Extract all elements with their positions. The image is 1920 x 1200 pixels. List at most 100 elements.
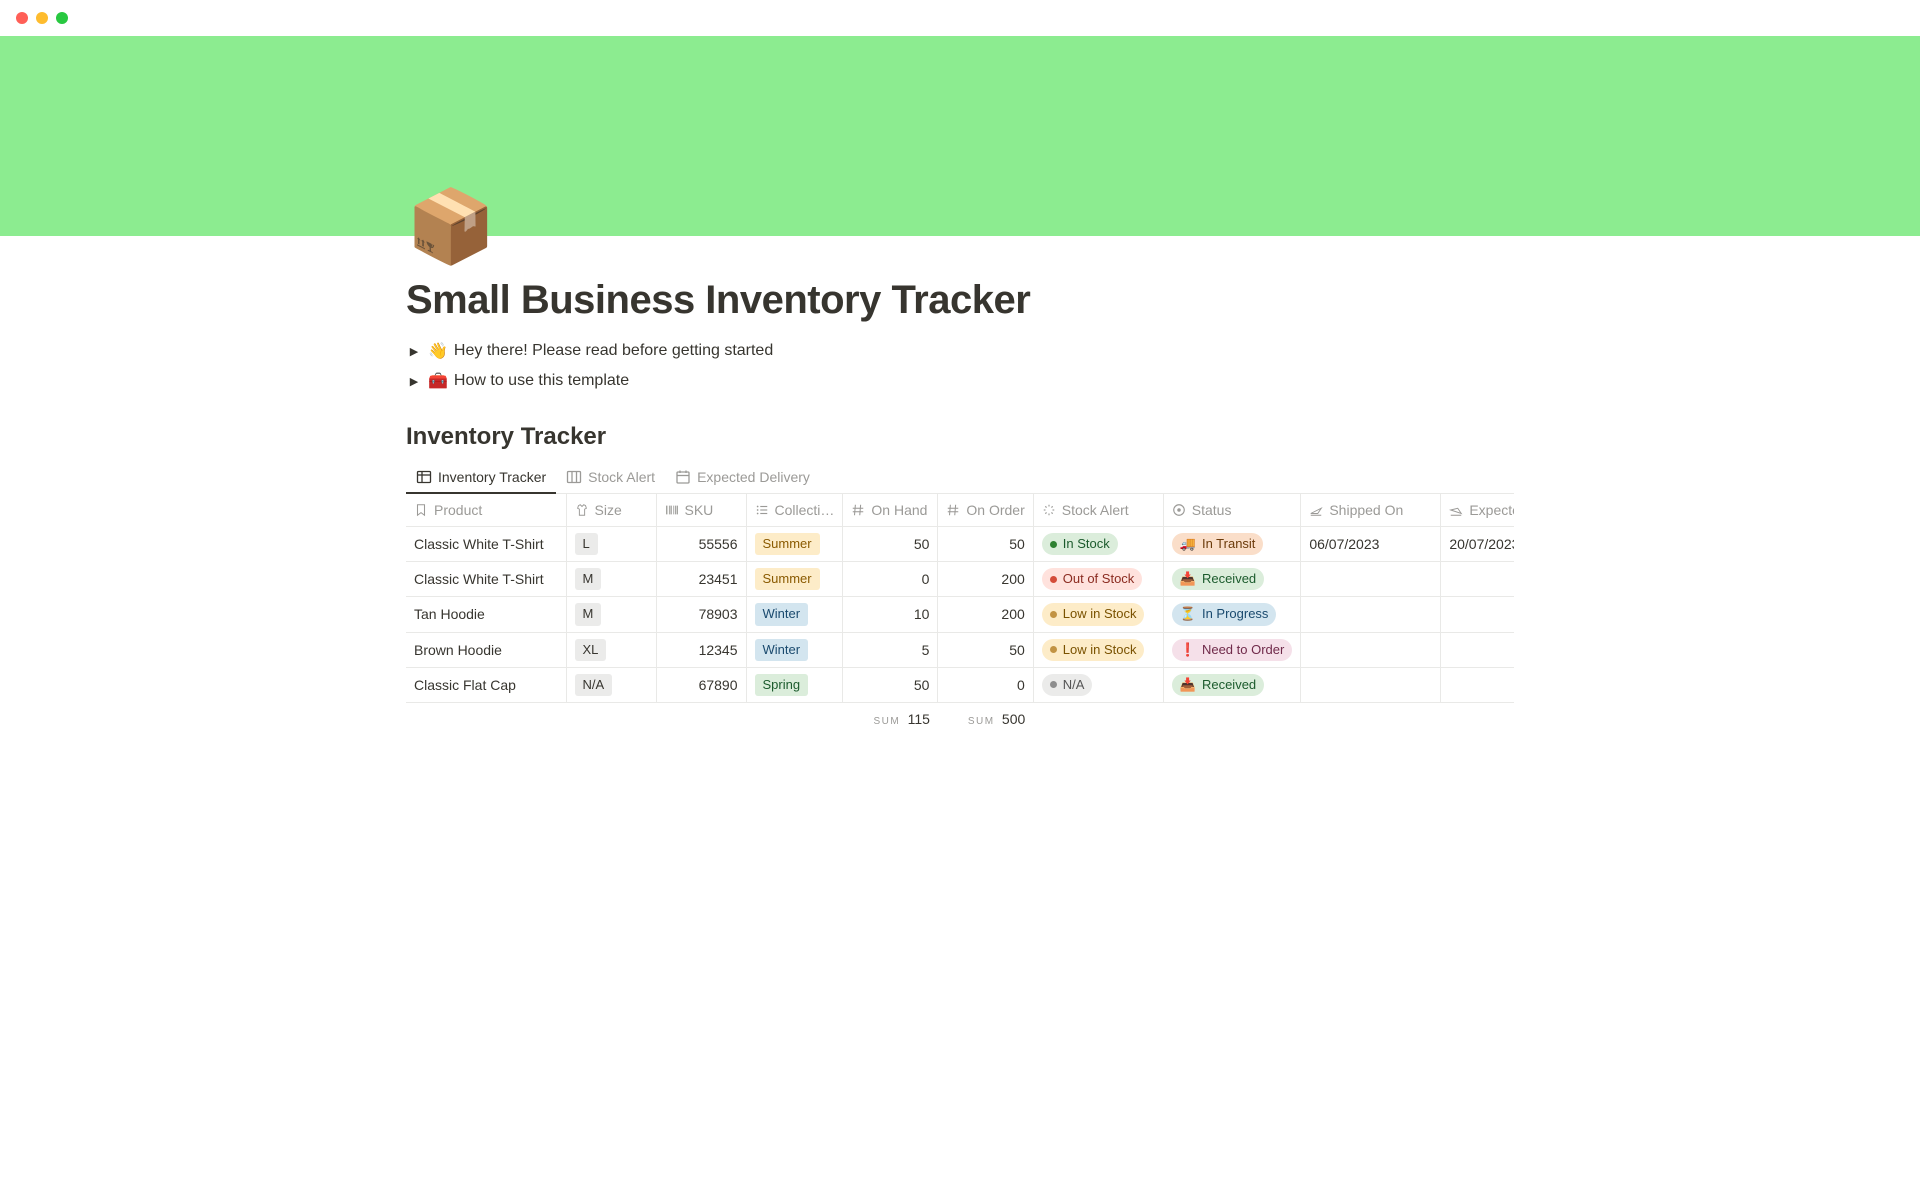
col-size[interactable]: Size [566,494,656,527]
cell-sku[interactable]: 78903 [656,597,746,632]
cell-on-hand[interactable]: 50 [843,667,938,702]
toggle-howto[interactable]: ▶ 🧰 How to use this template [406,367,1514,395]
col-on-order[interactable]: On Order [938,494,1033,527]
status-pill: 📥 Received [1172,674,1264,696]
cell-expected-delivery[interactable]: 20/07/2023 [1441,527,1514,562]
table-row[interactable]: Classic White T-ShirtM23451Summer0200Out… [406,562,1514,597]
col-stock-alert[interactable]: Stock Alert [1033,494,1163,527]
cell-sku[interactable]: 67890 [656,667,746,702]
toggle-label: Hey there! Please read before getting st… [454,342,773,360]
page-title[interactable]: Small Business Inventory Tracker [406,278,1514,323]
cell-on-order[interactable]: 50 [938,527,1033,562]
cell-status[interactable]: ⏳ In Progress [1163,597,1301,632]
cell-shipped-on[interactable] [1301,667,1441,702]
col-shipped-on[interactable]: Shipped On [1301,494,1441,527]
cell-sku[interactable]: 12345 [656,632,746,667]
table-row[interactable]: Tan HoodieM78903Winter10200Low in Stock⏳… [406,597,1514,632]
stock-alert-pill: N/A [1042,674,1093,696]
cell-sku[interactable]: 23451 [656,562,746,597]
cell-stock-alert[interactable]: In Stock [1033,527,1163,562]
cell-on-hand[interactable]: 0 [843,562,938,597]
board-icon [566,469,582,485]
col-status[interactable]: Status [1163,494,1301,527]
cell-on-hand[interactable]: 50 [843,527,938,562]
toggle-arrow-icon: ▶ [406,345,422,358]
table-row[interactable]: Classic Flat Cap N/A 67890Spring500 N/A 📥 Re… [406,667,1514,702]
window-minimize-button[interactable] [36,12,48,24]
barcode-icon [665,503,679,517]
col-sku[interactable]: SKU [656,494,746,527]
cell-product[interactable]: Tan Hoodie [406,597,566,632]
cell-collection[interactable]: Winter [746,632,843,667]
stock-alert-pill: In Stock [1042,533,1118,555]
cell-on-order[interactable]: 50 [938,632,1033,667]
table-sum-row: SUM 115 SUM 500 [406,702,1514,735]
cell-collection[interactable]: Summer [746,562,843,597]
cell-product[interactable]: Classic White T-Shirt [406,562,566,597]
tab-inventory-tracker[interactable]: Inventory Tracker [406,463,556,493]
window-titlebar [0,0,1920,36]
cell-product[interactable]: Brown Hoodie [406,632,566,667]
cell-size[interactable]: XL [566,632,656,667]
window-close-button[interactable] [16,12,28,24]
cell-stock-alert[interactable]: Out of Stock [1033,562,1163,597]
cell-product[interactable]: Classic White T-Shirt [406,527,566,562]
calendar-icon [675,469,691,485]
table-row[interactable]: Classic White T-ShirtL55556Summer5050In … [406,527,1514,562]
status-pill: ❗ Need to Order [1172,639,1293,661]
size-badge: N/A [575,674,613,696]
cell-shipped-on[interactable] [1301,597,1441,632]
window-zoom-button[interactable] [56,12,68,24]
col-product[interactable]: Product [406,494,566,527]
cell-expected-delivery[interactable] [1441,632,1514,667]
cell-collection[interactable]: Winter [746,597,843,632]
cell-on-order[interactable]: 200 [938,597,1033,632]
tab-expected-delivery[interactable]: Expected Delivery [665,463,820,493]
list-icon [755,503,769,517]
cell-sku[interactable]: 55556 [656,527,746,562]
landing-icon [1449,503,1463,517]
cell-on-order[interactable]: 200 [938,562,1033,597]
toggle-intro[interactable]: ▶ 👋 Hey there! Please read before gettin… [406,337,1514,365]
cell-stock-alert[interactable]: N/A [1033,667,1163,702]
cell-shipped-on[interactable] [1301,562,1441,597]
cell-expected-delivery[interactable] [1441,597,1514,632]
sum-on-order: SUM 500 [938,702,1033,735]
cell-shipped-on[interactable] [1301,632,1441,667]
cell-status[interactable]: ❗ Need to Order [1163,632,1301,667]
toggle-emoji: 🧰 [428,371,448,391]
col-expected-delivery[interactable]: Expected Delivery [1441,494,1514,527]
col-on-hand[interactable]: On Hand [843,494,938,527]
toggle-label: How to use this template [454,372,629,390]
collection-badge: Winter [755,639,809,661]
cell-size[interactable]: L [566,527,656,562]
page-icon[interactable]: 📦 [406,191,1514,263]
cell-status[interactable]: 📥 Received [1163,562,1301,597]
cell-on-hand[interactable]: 5 [843,632,938,667]
stock-alert-pill: Low in Stock [1042,639,1145,661]
cell-shipped-on[interactable]: 06/07/2023 [1301,527,1441,562]
cell-on-hand[interactable]: 10 [843,597,938,632]
cell-size[interactable]: M [566,562,656,597]
cell-collection[interactable]: Spring [746,667,843,702]
cell-expected-delivery[interactable] [1441,667,1514,702]
cell-status[interactable]: 📥 Received [1163,667,1301,702]
toggle-arrow-icon: ▶ [406,375,422,388]
status-pill: 🚚 In Transit [1172,533,1264,555]
cell-product[interactable]: Classic Flat Cap [406,667,566,702]
table-row[interactable]: Brown HoodieXL12345 Winter 550 Low in Stock… [406,632,1514,667]
cell-status[interactable]: 🚚 In Transit [1163,527,1301,562]
cell-collection[interactable]: Summer [746,527,843,562]
cell-size[interactable]: N/A [566,667,656,702]
shirt-icon [575,503,589,517]
col-collection[interactable]: Collecti… [746,494,843,527]
cell-size[interactable]: M [566,597,656,632]
tab-stock-alert[interactable]: Stock Alert [556,463,665,493]
cell-expected-delivery[interactable] [1441,562,1514,597]
cell-stock-alert[interactable]: Low in Stock [1033,597,1163,632]
cell-on-order[interactable]: 0 [938,667,1033,702]
cell-stock-alert[interactable]: Low in Stock [1033,632,1163,667]
section-title[interactable]: Inventory Tracker [406,423,1514,451]
status-pill: 📥 Received [1172,568,1264,590]
tab-label: Expected Delivery [697,469,810,485]
